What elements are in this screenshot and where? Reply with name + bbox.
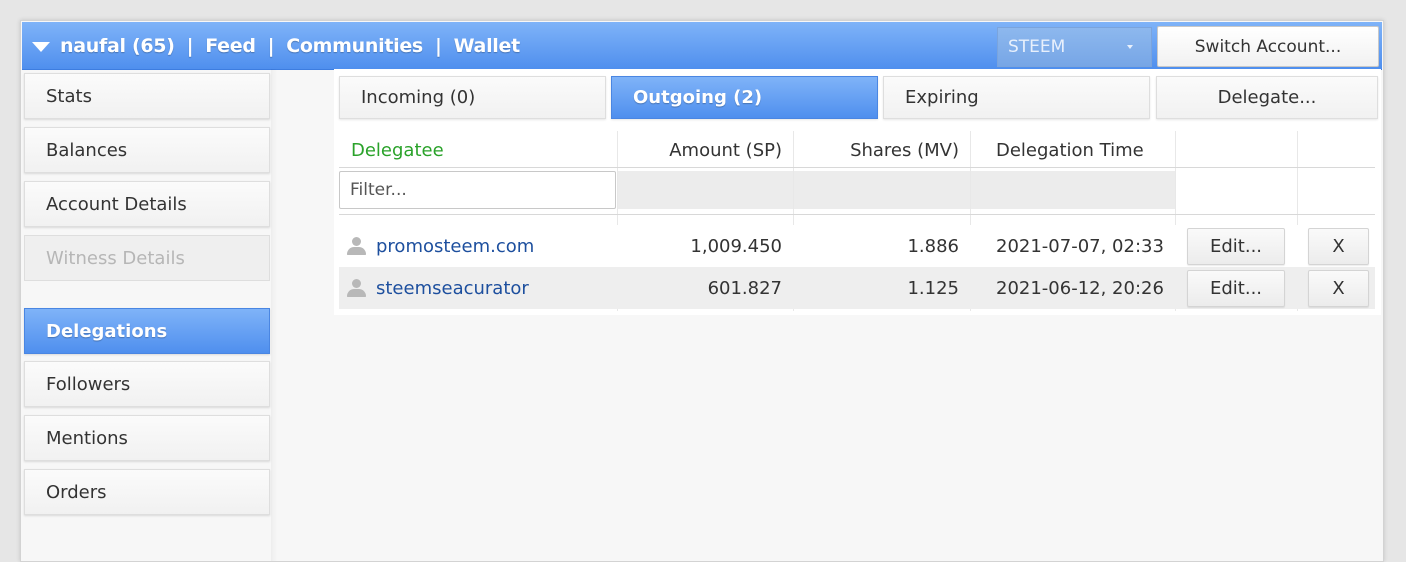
- filter-divider: [339, 214, 1375, 215]
- chevron-down-icon: [1127, 45, 1133, 49]
- user-icon: [346, 278, 366, 298]
- nav-separator: |: [267, 34, 275, 57]
- column-header-delegatee[interactable]: Delegatee: [351, 133, 611, 167]
- sidebar-item-witness-details: Witness Details: [24, 235, 270, 281]
- filter-cell: [794, 171, 970, 209]
- nav-separator: |: [434, 34, 442, 57]
- nav-feed-link[interactable]: Feed: [205, 35, 256, 57]
- filter-cell: [971, 171, 1175, 209]
- shares-cell: 1.125: [907, 277, 959, 299]
- delegatee-link[interactable]: steemseacurator: [376, 278, 529, 299]
- delegations-panel: Incoming (0) Outgoing (2) Expiring Deleg…: [334, 69, 1381, 315]
- tab-expiring[interactable]: Expiring: [883, 76, 1150, 119]
- wallet-window: naufal (65) | Feed | Communities | Walle…: [20, 20, 1384, 562]
- delegation-time-cell: 2021-07-07, 02:33: [996, 235, 1164, 257]
- account-menu[interactable]: naufal (65): [60, 35, 175, 57]
- table-row: steemseacurator 601.827 1.125 2021-06-12…: [339, 267, 1375, 309]
- column-header-delegation-time[interactable]: Delegation Time: [996, 133, 1171, 167]
- amount-cell: 1,009.450: [690, 235, 782, 257]
- sidebar-item-balances[interactable]: Balances: [24, 127, 270, 173]
- shares-cell: 1.886: [907, 235, 959, 257]
- delegate-button[interactable]: Delegate...: [1156, 76, 1378, 119]
- user-icon: [346, 236, 366, 256]
- top-navigation-bar: naufal (65) | Feed | Communities | Walle…: [22, 22, 1382, 70]
- edit-delegation-button[interactable]: Edit...: [1187, 228, 1285, 265]
- filter-input[interactable]: [339, 171, 616, 209]
- sidebar-item-followers[interactable]: Followers: [24, 361, 270, 407]
- sidebar-item-orders[interactable]: Orders: [24, 469, 270, 515]
- amount-cell: 601.827: [707, 277, 782, 299]
- currency-select-value: STEEM: [1008, 37, 1066, 57]
- table-row: promosteem.com 1,009.450 1.886 2021-07-0…: [339, 225, 1375, 267]
- column-header-shares[interactable]: Shares (MV): [794, 133, 959, 167]
- sidebar-item-account-details[interactable]: Account Details: [24, 181, 270, 227]
- tab-outgoing[interactable]: Outgoing (2): [611, 76, 878, 119]
- sidebar-item-mentions[interactable]: Mentions: [24, 415, 270, 461]
- currency-select[interactable]: STEEM: [997, 27, 1152, 67]
- sidebar-item-stats[interactable]: Stats: [24, 73, 270, 119]
- tab-incoming[interactable]: Incoming (0): [339, 76, 606, 119]
- nav-wallet-link[interactable]: Wallet: [454, 35, 521, 57]
- remove-delegation-button[interactable]: X: [1308, 270, 1369, 307]
- delegatee-link[interactable]: promosteem.com: [376, 236, 534, 257]
- edit-delegation-button[interactable]: Edit...: [1187, 270, 1285, 307]
- switch-account-button[interactable]: Switch Account...: [1157, 26, 1379, 67]
- sidebar-shadow: [271, 69, 277, 561]
- account-menu-triangle-icon[interactable]: [32, 41, 50, 52]
- delegatee-cell: steemseacurator: [346, 267, 616, 309]
- sidebar-item-delegations[interactable]: Delegations: [24, 308, 270, 354]
- nav-separator: |: [186, 34, 194, 57]
- delegatee-cell: promosteem.com: [346, 225, 616, 267]
- filter-cell: [618, 171, 793, 209]
- main-nav: naufal (65) | Feed | Communities | Walle…: [32, 22, 520, 69]
- delegation-time-cell: 2021-06-12, 20:26: [996, 277, 1164, 299]
- remove-delegation-button[interactable]: X: [1308, 228, 1369, 265]
- column-header-amount[interactable]: Amount (SP): [618, 133, 782, 167]
- header-divider: [339, 167, 1375, 168]
- nav-communities-link[interactable]: Communities: [286, 35, 423, 57]
